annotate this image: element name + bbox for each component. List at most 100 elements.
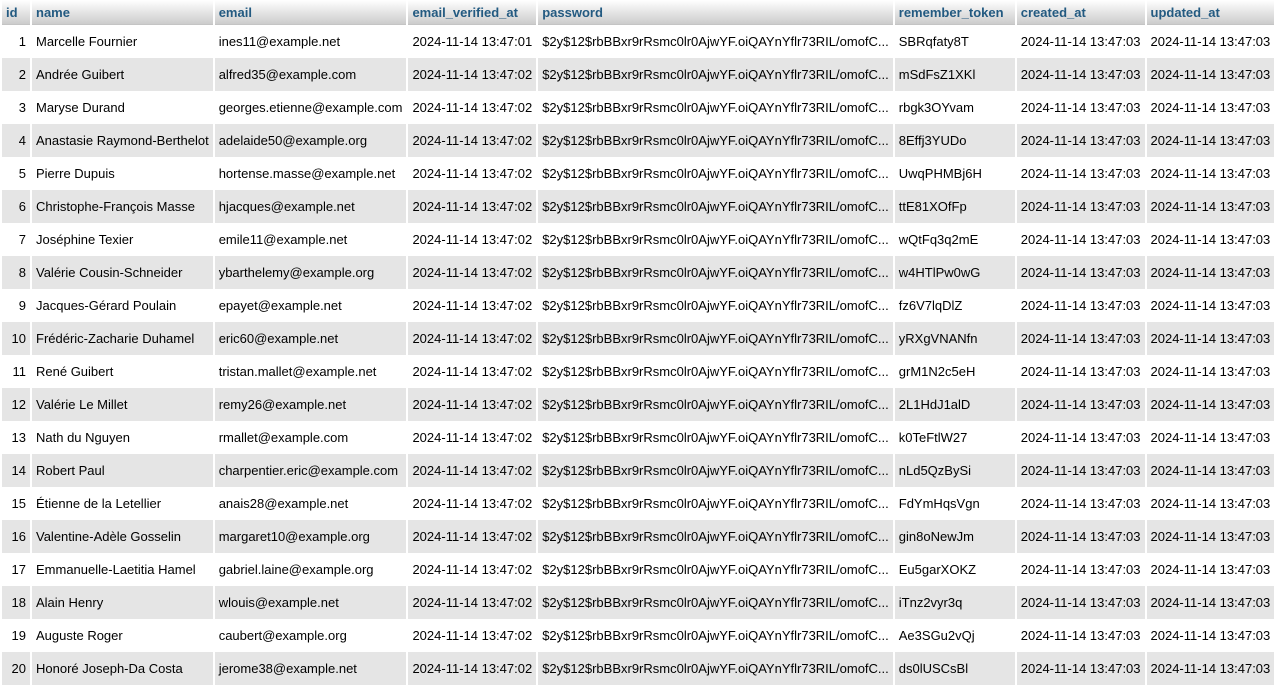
cell-updated-at[interactable]: 2024-11-14 13:47:03 (1146, 91, 1275, 124)
cell-remember-token[interactable]: Ae3SGu2vQj (894, 619, 1015, 652)
cell-password[interactable]: $2y$12$rbBBxr9rRsmc0lr0AjwYF.oiQAYnYflr7… (538, 91, 893, 124)
cell-email-verified-at[interactable]: 2024-11-14 13:47:02 (408, 223, 537, 256)
cell-updated-at[interactable]: 2024-11-14 13:47:03 (1146, 124, 1275, 157)
cell-email[interactable]: ines11@example.net (214, 25, 407, 58)
cell-password[interactable]: $2y$12$rbBBxr9rRsmc0lr0AjwYF.oiQAYnYflr7… (538, 124, 893, 157)
table-row[interactable]: 14 Robert Paul charpentier.eric@example.co… (2, 454, 1275, 487)
cell-created-at[interactable]: 2024-11-14 13:47:03 (1016, 91, 1145, 124)
cell-created-at[interactable]: 2024-11-14 13:47:03 (1016, 619, 1145, 652)
cell-email-verified-at[interactable]: 2024-11-14 13:47:02 (408, 553, 537, 586)
cell-email-verified-at[interactable]: 2024-11-14 13:47:02 (408, 58, 537, 91)
cell-created-at[interactable]: 2024-11-14 13:47:03 (1016, 223, 1145, 256)
cell-updated-at[interactable]: 2024-11-14 13:47:03 (1146, 388, 1275, 421)
cell-email-verified-at[interactable]: 2024-11-14 13:47:02 (408, 487, 537, 520)
table-row[interactable]: 1 Marcelle Fournier ines11@example.net 2024… (2, 25, 1275, 58)
column-header-updated-at[interactable]: updated_at (1146, 0, 1275, 25)
cell-name[interactable]: Anastasie Raymond-Berthelot (32, 124, 213, 157)
cell-updated-at[interactable]: 2024-11-14 13:47:03 (1146, 586, 1275, 619)
cell-email[interactable]: charpentier.eric@example.com (214, 454, 407, 487)
cell-password[interactable]: $2y$12$rbBBxr9rRsmc0lr0AjwYF.oiQAYnYflr7… (538, 487, 893, 520)
cell-email-verified-at[interactable]: 2024-11-14 13:47:02 (408, 190, 537, 223)
cell-email-verified-at[interactable]: 2024-11-14 13:47:02 (408, 256, 537, 289)
cell-created-at[interactable]: 2024-11-14 13:47:03 (1016, 157, 1145, 190)
cell-password[interactable]: $2y$12$rbBBxr9rRsmc0lr0AjwYF.oiQAYnYflr7… (538, 553, 893, 586)
cell-remember-token[interactable]: yRXgVNANfn (894, 322, 1015, 355)
cell-password[interactable]: $2y$12$rbBBxr9rRsmc0lr0AjwYF.oiQAYnYflr7… (538, 58, 893, 91)
cell-updated-at[interactable]: 2024-11-14 13:47:03 (1146, 157, 1275, 190)
cell-id[interactable]: 3 (2, 91, 30, 124)
cell-password[interactable]: $2y$12$rbBBxr9rRsmc0lr0AjwYF.oiQAYnYflr7… (538, 289, 893, 322)
cell-created-at[interactable]: 2024-11-14 13:47:03 (1016, 355, 1145, 388)
cell-updated-at[interactable]: 2024-11-14 13:47:03 (1146, 652, 1275, 685)
cell-remember-token[interactable]: mSdFsZ1XKl (894, 58, 1015, 91)
cell-name[interactable]: Alain Henry (32, 586, 213, 619)
cell-remember-token[interactable]: SBRqfaty8T (894, 25, 1015, 58)
cell-id[interactable]: 17 (2, 553, 30, 586)
column-header-remember-token[interactable]: remember_token (894, 0, 1015, 25)
cell-created-at[interactable]: 2024-11-14 13:47:03 (1016, 388, 1145, 421)
cell-email-verified-at[interactable]: 2024-11-14 13:47:02 (408, 454, 537, 487)
cell-id[interactable]: 16 (2, 520, 30, 553)
cell-email-verified-at[interactable]: 2024-11-14 13:47:02 (408, 91, 537, 124)
table-row[interactable]: 15 Étienne de la Letellier anais28@example… (2, 487, 1275, 520)
cell-updated-at[interactable]: 2024-11-14 13:47:03 (1146, 355, 1275, 388)
cell-email[interactable]: hortense.masse@example.net (214, 157, 407, 190)
cell-id[interactable]: 2 (2, 58, 30, 91)
cell-password[interactable]: $2y$12$rbBBxr9rRsmc0lr0AjwYF.oiQAYnYflr7… (538, 355, 893, 388)
cell-password[interactable]: $2y$12$rbBBxr9rRsmc0lr0AjwYF.oiQAYnYflr7… (538, 586, 893, 619)
column-header-email-verified-at[interactable]: email_verified_at (408, 0, 537, 25)
cell-remember-token[interactable]: ttE81XOfFp (894, 190, 1015, 223)
table-row[interactable]: 2 Andrée Guibert alfred35@example.com 2024-… (2, 58, 1275, 91)
cell-password[interactable]: $2y$12$rbBBxr9rRsmc0lr0AjwYF.oiQAYnYflr7… (538, 256, 893, 289)
cell-created-at[interactable]: 2024-11-14 13:47:03 (1016, 322, 1145, 355)
cell-remember-token[interactable]: fz6V7lqDlZ (894, 289, 1015, 322)
cell-id[interactable]: 18 (2, 586, 30, 619)
cell-id[interactable]: 13 (2, 421, 30, 454)
cell-password[interactable]: $2y$12$rbBBxr9rRsmc0lr0AjwYF.oiQAYnYflr7… (538, 25, 893, 58)
cell-email-verified-at[interactable]: 2024-11-14 13:47:02 (408, 124, 537, 157)
table-row[interactable]: 5 Pierre Dupuis hortense.masse@example.net… (2, 157, 1275, 190)
table-row[interactable]: 7 Joséphine Texier emile11@example.net 2024… (2, 223, 1275, 256)
cell-remember-token[interactable]: FdYmHqsVgn (894, 487, 1015, 520)
cell-email-verified-at[interactable]: 2024-11-14 13:47:02 (408, 520, 537, 553)
cell-email[interactable]: emile11@example.net (214, 223, 407, 256)
cell-name[interactable]: Nath du Nguyen (32, 421, 213, 454)
cell-updated-at[interactable]: 2024-11-14 13:47:03 (1146, 619, 1275, 652)
cell-password[interactable]: $2y$12$rbBBxr9rRsmc0lr0AjwYF.oiQAYnYflr7… (538, 223, 893, 256)
cell-email-verified-at[interactable]: 2024-11-14 13:47:02 (408, 421, 537, 454)
cell-created-at[interactable]: 2024-11-14 13:47:03 (1016, 25, 1145, 58)
cell-created-at[interactable]: 2024-11-14 13:47:03 (1016, 190, 1145, 223)
cell-id[interactable]: 9 (2, 289, 30, 322)
table-row[interactable]: 8 Valérie Cousin-Schneider ybarthelemy@exa… (2, 256, 1275, 289)
cell-name[interactable]: Valérie Le Millet (32, 388, 213, 421)
cell-email[interactable]: gabriel.laine@example.org (214, 553, 407, 586)
cell-email[interactable]: tristan.mallet@example.net (214, 355, 407, 388)
cell-name[interactable]: Robert Paul (32, 454, 213, 487)
cell-name[interactable]: Frédéric-Zacharie Duhamel (32, 322, 213, 355)
cell-password[interactable]: $2y$12$rbBBxr9rRsmc0lr0AjwYF.oiQAYnYflr7… (538, 520, 893, 553)
cell-remember-token[interactable]: ds0lUSCsBl (894, 652, 1015, 685)
cell-password[interactable]: $2y$12$rbBBxr9rRsmc0lr0AjwYF.oiQAYnYflr7… (538, 619, 893, 652)
cell-id[interactable]: 7 (2, 223, 30, 256)
cell-updated-at[interactable]: 2024-11-14 13:47:03 (1146, 223, 1275, 256)
cell-created-at[interactable]: 2024-11-14 13:47:03 (1016, 652, 1145, 685)
cell-email[interactable]: adelaide50@example.org (214, 124, 407, 157)
column-header-email[interactable]: email (214, 0, 407, 25)
cell-created-at[interactable]: 2024-11-14 13:47:03 (1016, 454, 1145, 487)
cell-password[interactable]: $2y$12$rbBBxr9rRsmc0lr0AjwYF.oiQAYnYflr7… (538, 322, 893, 355)
column-header-created-at[interactable]: created_at (1016, 0, 1145, 25)
cell-email-verified-at[interactable]: 2024-11-14 13:47:02 (408, 619, 537, 652)
column-header-name[interactable]: name (32, 0, 213, 25)
cell-updated-at[interactable]: 2024-11-14 13:47:03 (1146, 289, 1275, 322)
cell-remember-token[interactable]: w4HTlPw0wG (894, 256, 1015, 289)
table-row[interactable]: 18 Alain Henry wlouis@example.net 2024-11-1… (2, 586, 1275, 619)
cell-password[interactable]: $2y$12$rbBBxr9rRsmc0lr0AjwYF.oiQAYnYflr7… (538, 454, 893, 487)
cell-remember-token[interactable]: nLd5QzBySi (894, 454, 1015, 487)
cell-remember-token[interactable]: 8Effj3YUDo (894, 124, 1015, 157)
cell-updated-at[interactable]: 2024-11-14 13:47:03 (1146, 487, 1275, 520)
cell-email[interactable]: margaret10@example.org (214, 520, 407, 553)
cell-remember-token[interactable]: UwqPHMBj6H (894, 157, 1015, 190)
cell-id[interactable]: 8 (2, 256, 30, 289)
cell-name[interactable]: Marcelle Fournier (32, 25, 213, 58)
cell-updated-at[interactable]: 2024-11-14 13:47:03 (1146, 553, 1275, 586)
